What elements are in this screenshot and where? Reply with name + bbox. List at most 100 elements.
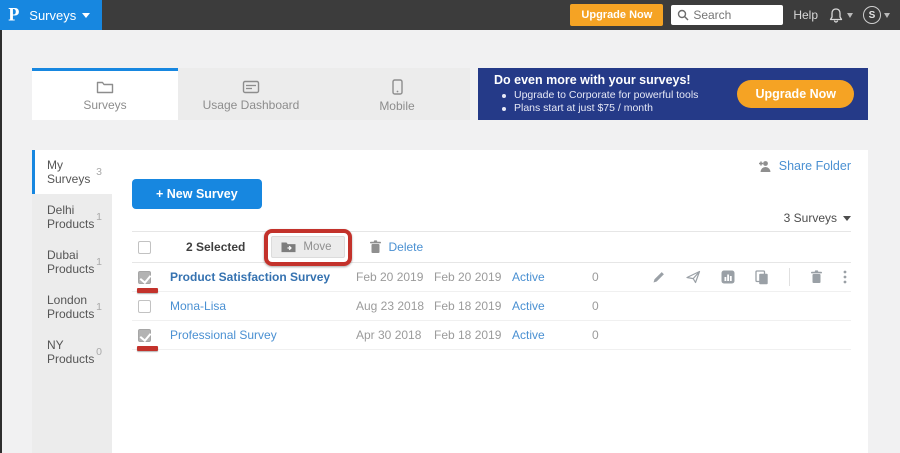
reports-chart-icon[interactable] <box>721 270 735 284</box>
status-cell: Active <box>512 270 592 284</box>
tab-surveys[interactable]: Surveys <box>32 68 178 120</box>
chevron-down-icon <box>82 13 90 18</box>
sidebar-item-delhi-products[interactable]: Delhi Products 1 <box>32 195 112 239</box>
sidebar-item-london-products[interactable]: London Products 1 <box>32 285 112 329</box>
table-row: Professional Survey Apr 30 2018 Feb 18 2… <box>132 321 851 350</box>
chevron-down-icon <box>843 216 851 221</box>
survey-name-link[interactable]: Mona-Lisa <box>170 299 226 313</box>
app-menu-label: Surveys <box>29 8 76 23</box>
folders-sidebar: My Surveys 3 Delhi Products 1 Dubai Prod… <box>32 150 112 453</box>
status-link[interactable]: Active <box>512 270 545 284</box>
bell-icon <box>828 7 844 24</box>
folder-label: Delhi Products <box>47 203 96 231</box>
account-menu[interactable]: S <box>863 6 890 24</box>
send-plane-icon[interactable] <box>686 270 701 284</box>
banner-title: Do even more with your surveys! <box>494 73 737 87</box>
status-cell: Active <box>512 299 592 313</box>
window-edge <box>0 30 2 453</box>
share-folder-link[interactable]: Share Folder <box>756 159 851 173</box>
folder-move-icon <box>281 241 296 253</box>
folder-count: 1 <box>96 256 102 268</box>
surveys-app-menu[interactable]: Surveys <box>29 8 90 23</box>
folder-label: Dubai Products <box>47 248 96 276</box>
sidebar-item-my-surveys[interactable]: My Surveys 3 <box>32 150 112 194</box>
select-all-cell <box>132 232 164 262</box>
folder-label: NY Products <box>47 338 96 366</box>
share-folder-icon <box>756 159 773 173</box>
new-survey-button[interactable]: + New Survey <box>132 179 262 209</box>
app-logo[interactable]: P Surveys <box>0 0 102 30</box>
search-input[interactable] <box>693 8 773 22</box>
delete-action[interactable]: Delete <box>369 240 424 254</box>
row-checkbox[interactable] <box>138 329 151 342</box>
tab-usage-dashboard[interactable]: Usage Dashboard <box>178 68 324 120</box>
modified-date: Feb 18 2019 <box>434 328 512 342</box>
share-row: Share Folder <box>132 150 851 173</box>
mobile-icon <box>392 79 403 95</box>
topbar: P Surveys Upgrade Now Help S <box>0 0 900 30</box>
survey-name-cell: Mona-Lisa <box>164 299 356 313</box>
folder-label: London Products <box>47 293 96 321</box>
sidebar-item-ny-products[interactable]: NY Products 0 <box>32 330 112 374</box>
share-folder-label: Share Folder <box>779 159 851 173</box>
row-actions <box>652 268 851 286</box>
edit-pencil-icon[interactable] <box>652 270 666 284</box>
row-checkbox[interactable] <box>138 300 151 313</box>
folder-count: 0 <box>96 346 102 358</box>
folder-count: 3 <box>96 166 102 178</box>
created-date: Aug 23 2018 <box>356 299 434 313</box>
tab-label: Usage Dashboard <box>203 98 300 112</box>
upgrade-now-button[interactable]: Upgrade Now <box>570 4 663 26</box>
bulk-actions-toolbar: 2 Selected Move Delete <box>132 232 851 263</box>
created-date: Apr 30 2018 <box>356 328 434 342</box>
content: My Surveys 3 Delhi Products 1 Dubai Prod… <box>32 150 868 453</box>
folder-count: 1 <box>96 211 102 223</box>
dropdown-row: 3 Surveys <box>132 211 851 225</box>
banner-bullets: Upgrade to Corporate for powerful tools … <box>494 89 737 115</box>
delete-label: Delete <box>389 240 424 254</box>
responses-count: 0 <box>592 328 652 342</box>
table-row: Product Satisfaction Survey Feb 20 2019 … <box>132 263 851 292</box>
survey-name-link[interactable]: Product Satisfaction Survey <box>170 270 330 284</box>
banner-bullet: Upgrade to Corporate for powerful tools <box>494 89 737 102</box>
help-link[interactable]: Help <box>793 8 818 22</box>
proprofs-logo-icon: P <box>8 5 19 25</box>
survey-name-cell: Professional Survey <box>164 328 356 342</box>
survey-name-cell: Product Satisfaction Survey <box>164 270 356 284</box>
modified-date: Feb 18 2019 <box>434 299 512 313</box>
dashboard-icon <box>242 80 260 94</box>
created-date: Feb 20 2019 <box>356 270 434 284</box>
row-checkbox-cell <box>132 321 164 349</box>
actions-divider <box>789 268 790 286</box>
row-checkbox-cell <box>132 292 164 320</box>
surveys-count-dropdown[interactable]: 3 Surveys <box>784 211 851 225</box>
avatar: S <box>863 6 881 24</box>
folder-count: 1 <box>96 301 102 313</box>
move-label: Move <box>303 241 331 253</box>
status-link[interactable]: Active <box>512 328 545 342</box>
status-link[interactable]: Active <box>512 299 545 313</box>
banner-upgrade-button[interactable]: Upgrade Now <box>737 80 854 108</box>
search-box[interactable] <box>671 5 783 25</box>
banner-text: Do even more with your surveys! Upgrade … <box>494 73 737 115</box>
modified-date: Feb 20 2019 <box>434 270 512 284</box>
trash-icon <box>369 240 382 254</box>
table-row: Mona-Lisa Aug 23 2018 Feb 18 2019 Active… <box>132 292 851 321</box>
annotation-underline <box>137 346 158 351</box>
row-checkbox[interactable] <box>138 271 151 284</box>
select-all-checkbox[interactable] <box>138 241 151 254</box>
tab-mobile[interactable]: Mobile <box>324 68 470 120</box>
folder-label: My Surveys <box>47 158 96 186</box>
duplicate-copy-icon[interactable] <box>755 270 769 285</box>
folder-icon <box>96 80 114 94</box>
notifications-menu[interactable] <box>828 7 853 24</box>
promo-banner: Do even more with your surveys! Upgrade … <box>478 68 868 120</box>
row-trash-icon[interactable] <box>810 270 823 284</box>
survey-name-link[interactable]: Professional Survey <box>170 328 277 342</box>
move-button[interactable]: Move <box>271 236 344 258</box>
move-wrap: Move <box>271 236 344 258</box>
surveys-table: 2 Selected Move Delete <box>132 231 851 350</box>
more-kebab-icon[interactable] <box>843 270 847 284</box>
tab-label: Surveys <box>83 98 126 112</box>
sidebar-item-dubai-products[interactable]: Dubai Products 1 <box>32 240 112 284</box>
